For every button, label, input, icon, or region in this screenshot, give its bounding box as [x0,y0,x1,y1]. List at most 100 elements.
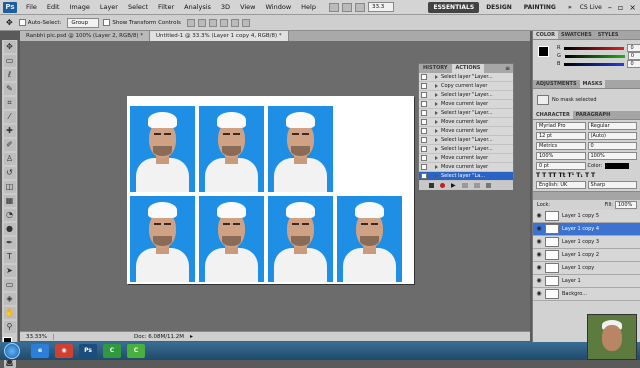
action-toggle-checkbox[interactable] [421,74,427,80]
menu-item-window[interactable]: Window [261,0,297,15]
font-style-select[interactable]: Regular [587,122,637,130]
zoom-level-field[interactable]: 33.3 [367,2,394,12]
tab-character[interactable]: CHARACTER [533,111,573,119]
vertical-scale-field[interactable]: 100% [536,152,586,160]
menu-item-view[interactable]: View [235,0,260,15]
passport-photo[interactable] [268,106,333,192]
menu-item-layer[interactable]: Layer [95,0,123,15]
passport-photo[interactable] [199,196,264,282]
fill-field[interactable]: 100% [615,201,637,209]
tab-history[interactable]: HISTORY [419,64,452,73]
expand-triangle-icon[interactable] [435,129,438,133]
workspace-essentials[interactable]: ESSENTIALS [428,1,480,13]
faux-bold-button[interactable]: T [536,172,540,179]
channel-slider[interactable] [564,62,625,66]
visibility-eye-icon[interactable]: ◉ [535,225,543,233]
eyedropper-tool-icon[interactable]: ⁄ [3,111,16,123]
menu-item-help[interactable]: Help [296,0,321,15]
align-left-icon[interactable] [219,18,228,27]
start-button[interactable] [4,343,20,359]
bridge-icon[interactable] [328,2,339,12]
status-zoom[interactable]: 33.33% [20,333,54,340]
menu-item-file[interactable]: File [21,0,42,15]
passport-photo[interactable] [337,196,402,282]
new-action-icon[interactable] [473,183,480,188]
action-row[interactable]: Select layer "Layer... [419,73,513,82]
action-toggle-checkbox[interactable] [421,92,427,98]
all-caps-button[interactable]: TT [548,172,556,179]
expand-triangle-icon[interactable] [435,174,438,178]
tab-styles[interactable]: STYLES [595,31,622,39]
action-row[interactable]: Move current layer [419,127,513,136]
expand-triangle-icon[interactable] [435,120,438,124]
horizontal-scale-field[interactable]: 100% [587,152,637,160]
language-select[interactable]: English: UK [536,181,586,189]
document-canvas[interactable] [127,96,414,284]
tab-paragraph[interactable]: PARAGRAPH [573,111,613,119]
lasso-tool-icon[interactable]: ℓ [3,69,16,81]
workspace-painting[interactable]: PAINTING [519,2,561,13]
action-toggle-checkbox[interactable] [421,101,427,107]
action-toggle-checkbox[interactable] [421,137,427,143]
workspace-design[interactable]: DESIGN [481,2,517,13]
menu-item-select[interactable]: Select [123,0,153,15]
move-tool-icon[interactable]: ✥ [3,41,16,53]
auto-select-dropdown[interactable]: Group [67,17,100,28]
clone-stamp-tool-icon[interactable]: ♙ [3,153,16,165]
healing-brush-tool-icon[interactable]: ✚ [3,125,16,137]
action-row[interactable]: Move current layer [419,100,513,109]
action-toggle-checkbox[interactable] [421,128,427,134]
zoom-tool-icon[interactable]: ⚲ [3,321,16,333]
minimize-button[interactable]: – [605,3,615,12]
action-row[interactable]: Copy current layer [419,82,513,91]
expand-triangle-icon[interactable] [435,93,438,97]
expand-triangle-icon[interactable] [435,102,438,106]
layer-row[interactable]: ◉ Layer 1 [533,275,640,288]
tracking-field[interactable]: 0 [587,142,637,150]
text-color-swatch[interactable] [605,163,630,169]
type-tool-icon[interactable]: T [3,251,16,263]
action-row[interactable]: Move current layer [419,163,513,172]
tab-adjustments[interactable]: ADJUSTMENTS [533,80,580,88]
channel-value-field[interactable]: 0 [627,60,640,68]
history-brush-tool-icon[interactable]: ↺ [3,167,16,179]
hand-tool-icon[interactable]: ✋ [3,307,16,319]
visibility-eye-icon[interactable]: ◉ [535,277,543,285]
channel-slider[interactable] [564,46,625,50]
panel-menu-icon[interactable]: ≡ [502,64,513,73]
menu-item-edit[interactable]: Edit [42,0,65,15]
anti-alias-select[interactable]: Sharp [587,181,637,189]
quick-select-tool-icon[interactable]: ✎ [3,83,16,95]
strikethrough-button[interactable]: T [591,172,595,179]
expand-triangle-icon[interactable] [435,147,438,151]
baseline-shift-field[interactable]: 0 pt [536,162,586,170]
visibility-eye-icon[interactable]: ◉ [535,212,543,220]
action-row[interactable]: Move current layer [419,118,513,127]
camtasia-recorder-icon[interactable]: C [127,344,145,358]
restore-button[interactable]: ▫ [615,3,626,12]
passport-photo[interactable] [130,106,195,192]
action-row[interactable]: Select layer "Layer... [419,109,513,118]
eraser-tool-icon[interactable]: ◫ [3,181,16,193]
expand-triangle-icon[interactable] [435,138,438,142]
align-hcenter-icon[interactable] [230,18,239,27]
mini-bridge-icon[interactable] [341,2,352,12]
action-toggle-checkbox[interactable] [421,146,427,152]
play-icon[interactable]: ▶ [451,182,456,189]
tab-color[interactable]: COLOR [533,31,559,39]
font-size-field[interactable]: 12 pt [536,132,586,140]
channel-value-field[interactable]: 0 [627,52,640,60]
gradient-tool-icon[interactable]: ▦ [3,195,16,207]
visibility-eye-icon[interactable]: ◉ [535,238,543,246]
layer-row[interactable]: ◉ Layer 1 copy 5 [533,210,640,223]
transform-controls-checkbox[interactable] [103,19,111,26]
tab-masks[interactable]: MASKS [579,80,606,88]
new-set-icon[interactable] [461,183,468,188]
underline-button[interactable]: T [585,172,589,179]
tab-ranbhi-pic[interactable]: Ranbhi pic.psd @ 100% (Layer 2, RGB/8) * [20,31,150,41]
action-toggle-checkbox[interactable] [421,83,427,89]
kerning-field[interactable]: Metrics [536,142,586,150]
font-family-select[interactable]: Myriad Pro [536,122,586,130]
tab-untitled-1[interactable]: Untitled-1 @ 33.3% (Layer 1 copy 4, RGB/… [150,31,289,41]
align-top-icon[interactable] [186,18,195,27]
